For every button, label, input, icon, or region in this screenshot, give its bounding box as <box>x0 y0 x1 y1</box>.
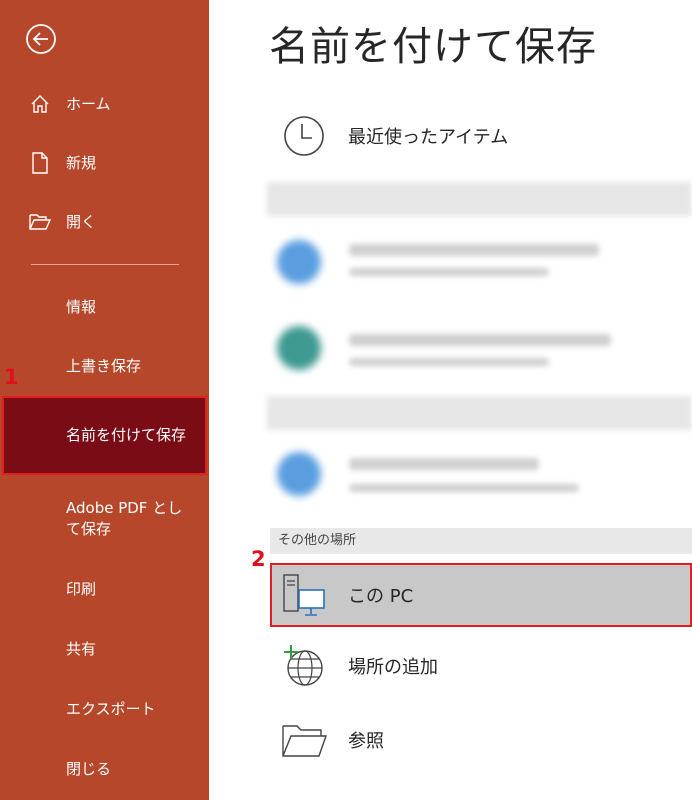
sidebar-item-label: 共有 <box>66 640 97 658</box>
sidebar-item-close[interactable]: 閉じる <box>0 757 209 781</box>
sidebar-item-label: 上書き保存 <box>66 357 142 375</box>
backstage-sidebar: ホーム 新規 開く 情報 上書き保存 1 名前を付けて保存 Adobe PDF … <box>0 0 209 800</box>
add-place-label: 場所の追加 <box>348 657 438 678</box>
back-arrow-icon[interactable] <box>25 23 57 55</box>
sidebar-item-label: 名前を付けて保存 <box>66 426 187 444</box>
computer-icon <box>280 571 328 619</box>
new-document-icon <box>29 152 51 174</box>
sidebar-item-label: 開く <box>66 213 97 231</box>
add-globe-icon <box>280 642 328 690</box>
blurred-section-header <box>267 182 692 216</box>
sidebar-item-export[interactable]: エクスポート <box>0 697 209 721</box>
browse-button[interactable]: 参照 <box>270 716 692 764</box>
sidebar-item-home[interactable]: ホーム <box>0 92 209 116</box>
browse-label: 参照 <box>348 731 384 752</box>
site-icon <box>277 326 321 370</box>
sidebar-item-label: Adobe PDF として保存 <box>66 499 183 538</box>
clock-icon <box>280 112 328 160</box>
sidebar-item-save[interactable]: 上書き保存 <box>0 354 209 378</box>
sidebar-item-label: ホーム <box>66 95 111 113</box>
home-icon <box>29 93 51 115</box>
blurred-text <box>349 458 539 470</box>
sidebar-item-label: 閉じる <box>66 760 112 778</box>
blurred-text <box>349 268 549 276</box>
cloud-icon <box>277 452 321 496</box>
sidebar-item-new[interactable]: 新規 <box>0 151 209 175</box>
sidebar-item-save-as-pdf[interactable]: Adobe PDF として保存 <box>0 497 209 541</box>
cloud-icon <box>277 240 321 284</box>
add-place-button[interactable]: 場所の追加 <box>270 642 692 690</box>
sidebar-item-share[interactable]: 共有 <box>0 637 209 661</box>
sidebar-item-save-as[interactable]: 名前を付けて保存 <box>2 396 207 475</box>
this-pc-button[interactable]: この PC <box>270 563 692 627</box>
sidebar-item-label: 新規 <box>66 154 97 172</box>
folder-icon <box>280 716 328 764</box>
blurred-text <box>349 358 549 366</box>
sidebar-item-info[interactable]: 情報 <box>0 295 209 319</box>
blurred-section-header <box>267 396 692 430</box>
step-marker-2: 2 <box>251 547 266 571</box>
blurred-text <box>349 484 579 492</box>
sidebar-item-label: 情報 <box>66 298 97 316</box>
sidebar-divider <box>31 264 179 265</box>
other-locations-header: その他の場所 <box>270 528 692 554</box>
sidebar-item-label: エクスポート <box>66 700 156 718</box>
sidebar-item-open[interactable]: 開く <box>0 210 209 234</box>
blurred-text <box>349 244 599 256</box>
sidebar-item-label: 印刷 <box>66 580 97 598</box>
page-title: 名前を付けて保存 <box>269 24 597 70</box>
this-pc-label: この PC <box>348 586 414 607</box>
folder-open-icon <box>29 211 51 233</box>
save-as-pane: 名前を付けて保存 最近使ったアイテム その他の場所 2 この PC 場所の追加 … <box>209 0 692 800</box>
recent-items-label: 最近使ったアイテム <box>348 127 509 148</box>
blurred-text <box>349 334 611 346</box>
recent-items[interactable]: 最近使ったアイテム <box>270 112 692 160</box>
step-marker-1: 1 <box>4 365 19 389</box>
sidebar-item-print[interactable]: 印刷 <box>0 577 209 601</box>
